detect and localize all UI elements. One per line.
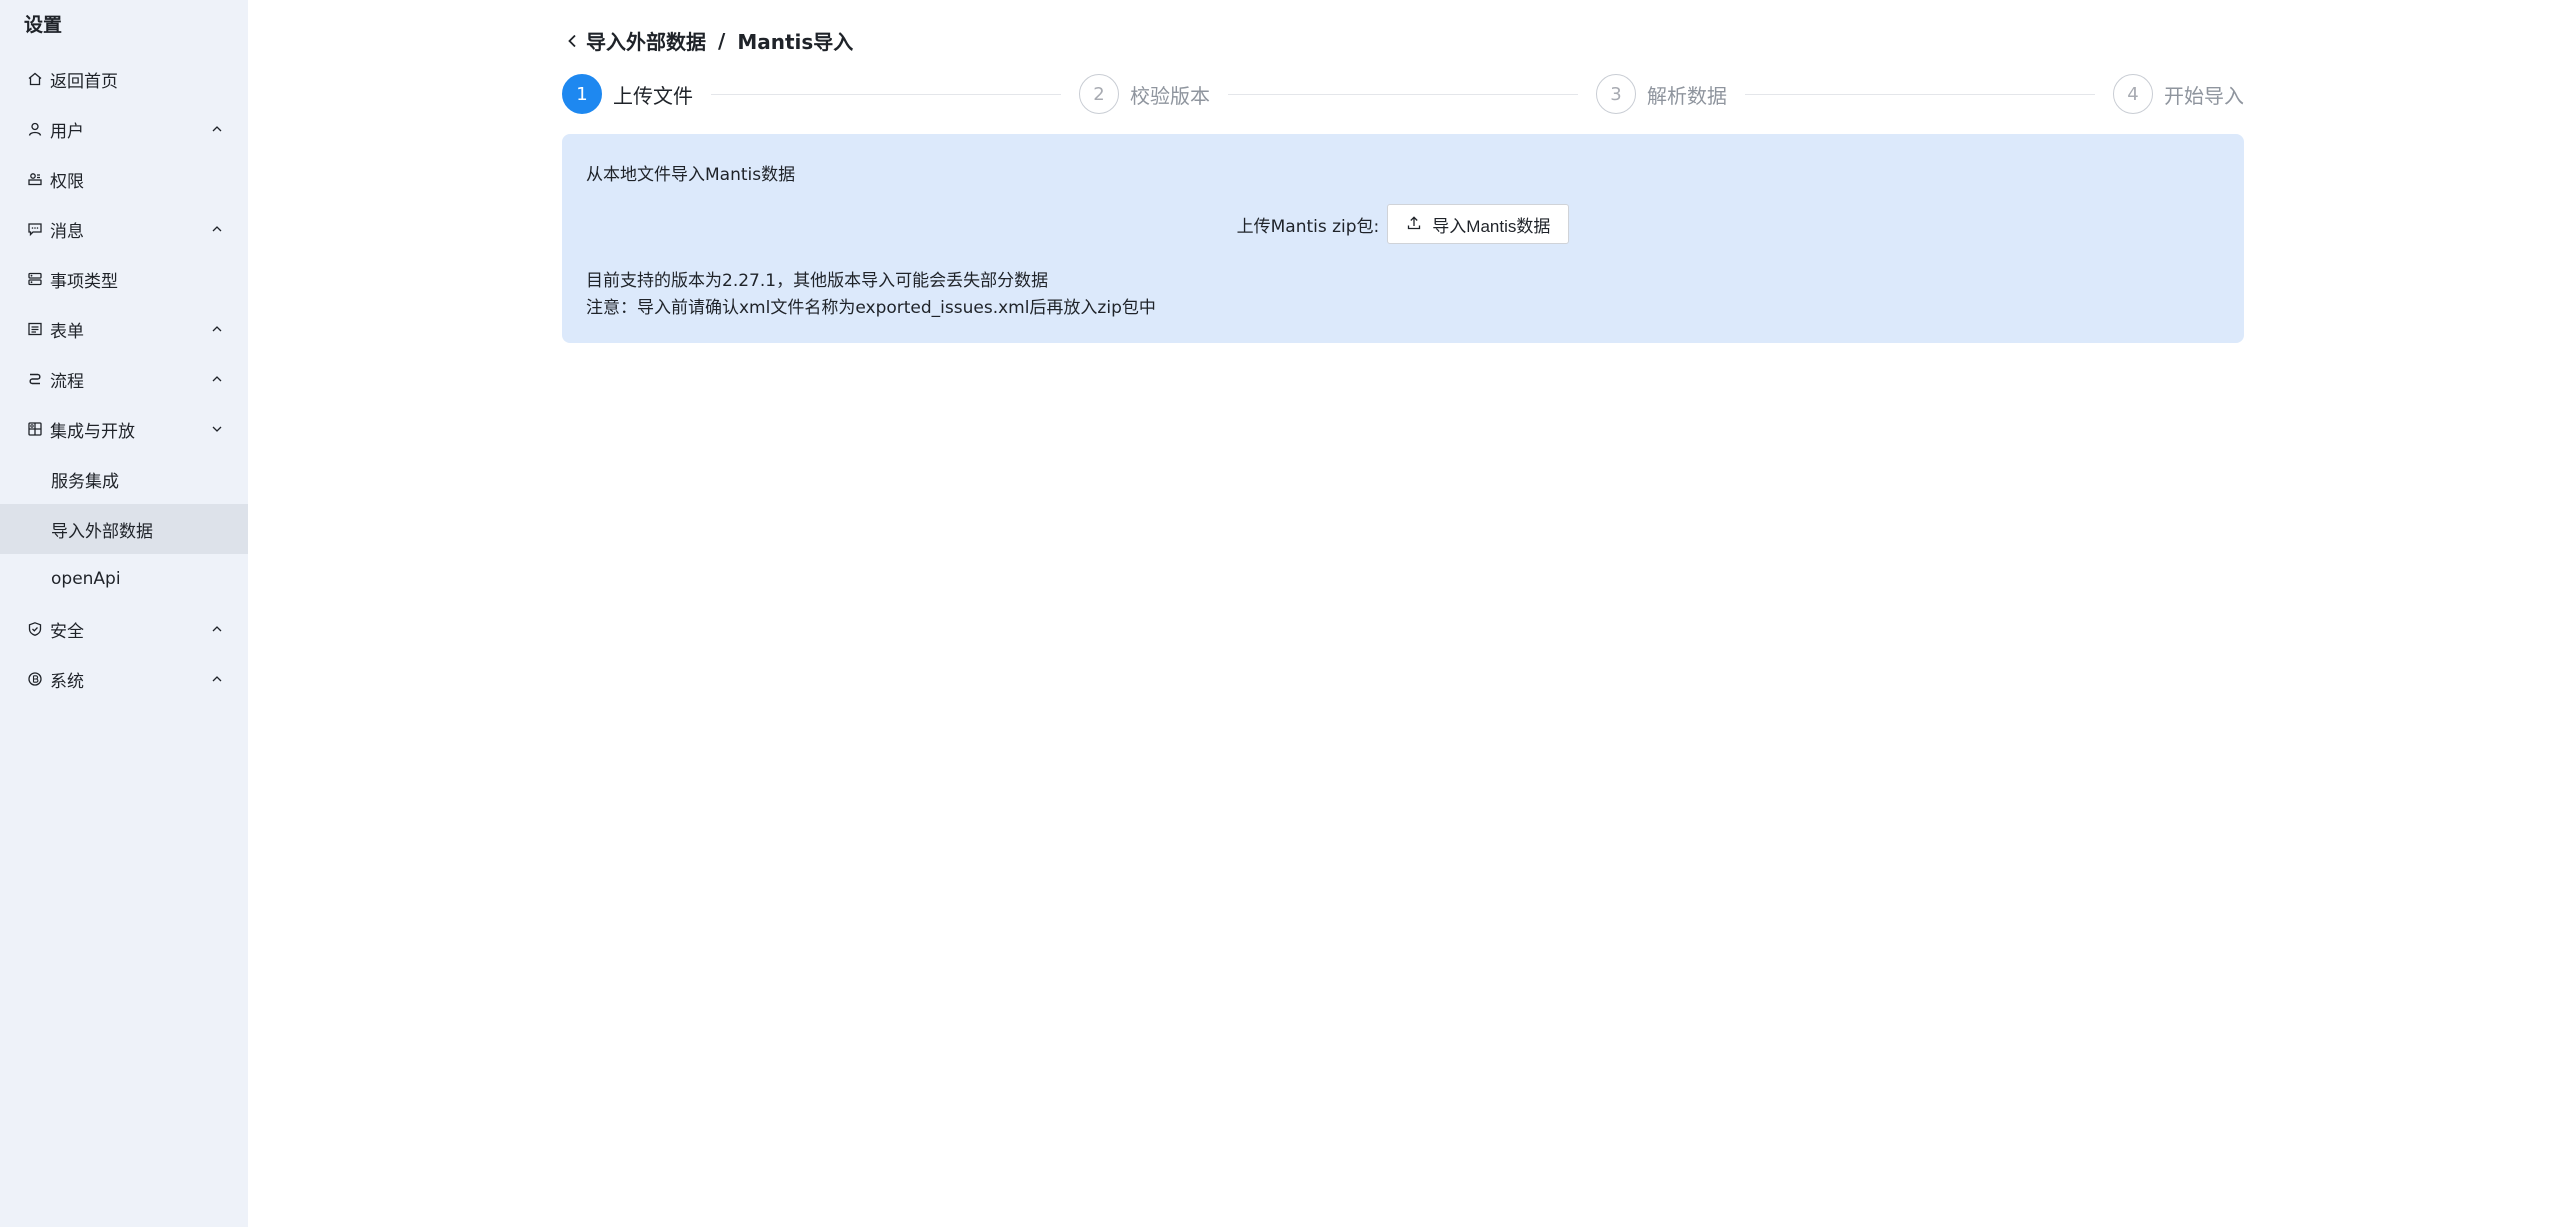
chevron-up-icon[interactable]: [210, 372, 224, 386]
chevron-up-icon[interactable]: [210, 222, 224, 236]
sidebar-item-label: 消息: [50, 221, 84, 242]
step-label: 解析数据: [1647, 83, 1727, 108]
settings-sidebar: 设置 返回首页 用户 权限 消息 事项类型 表单 流程 集成与开放 服务集成 导…: [0, 0, 248, 1227]
filename-note: 注意：导入前请确认xml文件名称为exported_issues.xml后再放入…: [586, 298, 1156, 318]
back-chevron-icon[interactable]: [566, 31, 582, 51]
sidebar-item-label: 集成与开放: [50, 421, 135, 442]
sidebar-subitem-openapi[interactable]: openApi: [0, 554, 248, 604]
step-verify-version: 2 校验版本: [1079, 74, 1210, 114]
form-icon: [26, 320, 44, 338]
sidebar-item-label: 用户: [50, 121, 84, 142]
shield-icon: [26, 620, 44, 638]
sidebar-item-system[interactable]: 系统: [0, 654, 248, 704]
breadcrumb: 导入外部数据 / Mantis导入: [566, 26, 853, 55]
step-label: 上传文件: [613, 83, 693, 108]
chevron-up-icon[interactable]: [210, 622, 224, 636]
permission-icon: [26, 170, 44, 188]
sidebar-item-messages[interactable]: 消息: [0, 204, 248, 254]
sidebar-item-workflow[interactable]: 流程: [0, 354, 248, 404]
step-number: 1: [562, 74, 602, 114]
step-start-import: 4 开始导入: [2113, 74, 2244, 114]
step-connector: [1228, 93, 1578, 95]
message-icon: [26, 220, 44, 238]
step-upload-file: 1 上传文件: [562, 74, 693, 114]
sidebar-item-home[interactable]: 返回首页: [0, 54, 248, 104]
sidebar-item-permissions[interactable]: 权限: [0, 154, 248, 204]
sidebar-item-label: 流程: [50, 371, 84, 392]
home-icon: [26, 70, 44, 88]
sidebar-item-integration[interactable]: 集成与开放: [0, 404, 248, 454]
user-icon: [26, 120, 44, 138]
chevron-up-icon[interactable]: [210, 672, 224, 686]
step-number: 3: [1596, 74, 1636, 114]
chevron-up-icon[interactable]: [210, 322, 224, 336]
import-steps: 1 上传文件 2 校验版本 3 解析数据 4 开始导入: [562, 74, 2244, 114]
sidebar-subitem-import-external-data[interactable]: 导入外部数据: [0, 504, 248, 554]
item-type-icon: [26, 270, 44, 288]
breadcrumb-separator: /: [718, 28, 726, 53]
version-note: 目前支持的版本为2.27.1，其他版本导入可能会丢失部分数据: [586, 271, 1049, 291]
sidebar-title: 设置: [24, 14, 63, 36]
step-parse-data: 3 解析数据: [1596, 74, 1727, 114]
sidebar-subitem-service-integration[interactable]: 服务集成: [0, 454, 248, 504]
step-number: 4: [2113, 74, 2153, 114]
step-label: 校验版本: [1130, 83, 1210, 108]
upload-button-label: 导入Mantis数据: [1432, 216, 1551, 236]
sidebar-item-label: 安全: [50, 621, 84, 642]
sidebar-item-forms[interactable]: 表单: [0, 304, 248, 354]
sidebar-item-label: 返回首页: [50, 71, 118, 92]
sidebar-item-label: 系统: [50, 671, 84, 692]
upload-panel: 从本地文件导入Mantis数据 上传Mantis zip包: 导入Mantis数…: [562, 134, 2244, 343]
sidebar-item-users[interactable]: 用户: [0, 104, 248, 154]
system-icon: [26, 670, 44, 688]
step-connector: [1745, 93, 2095, 95]
panel-title: 从本地文件导入Mantis数据: [586, 165, 796, 185]
main-content: 导入外部数据 / Mantis导入 1 上传文件 2 校验版本 3 解析数据 4…: [248, 0, 2555, 1227]
import-mantis-data-button[interactable]: 导入Mantis数据: [1387, 204, 1570, 244]
sidebar-item-label: 权限: [50, 171, 84, 192]
chevron-down-icon[interactable]: [210, 422, 224, 436]
upload-label: 上传Mantis zip包:: [1236, 216, 1380, 237]
sidebar-item-item-types[interactable]: 事项类型: [0, 254, 248, 304]
step-connector: [711, 93, 1061, 95]
breadcrumb-parent-link[interactable]: 导入外部数据: [586, 26, 706, 55]
sidebar-item-label: 事项类型: [50, 271, 118, 292]
app-root: 设置 返回首页 用户 权限 消息 事项类型 表单 流程 集成与开放 服务集成 导…: [0, 0, 2555, 1227]
sidebar-item-label: 表单: [50, 321, 84, 342]
workflow-icon: [26, 370, 44, 388]
chevron-up-icon[interactable]: [210, 122, 224, 136]
upload-row: 上传Mantis zip包: 导入Mantis数据: [562, 204, 2244, 244]
breadcrumb-current: Mantis导入: [737, 30, 854, 54]
step-number: 2: [1079, 74, 1119, 114]
integration-icon: [26, 420, 44, 438]
sidebar-item-security[interactable]: 安全: [0, 604, 248, 654]
step-label: 开始导入: [2164, 83, 2244, 108]
upload-icon: [1406, 215, 1424, 233]
